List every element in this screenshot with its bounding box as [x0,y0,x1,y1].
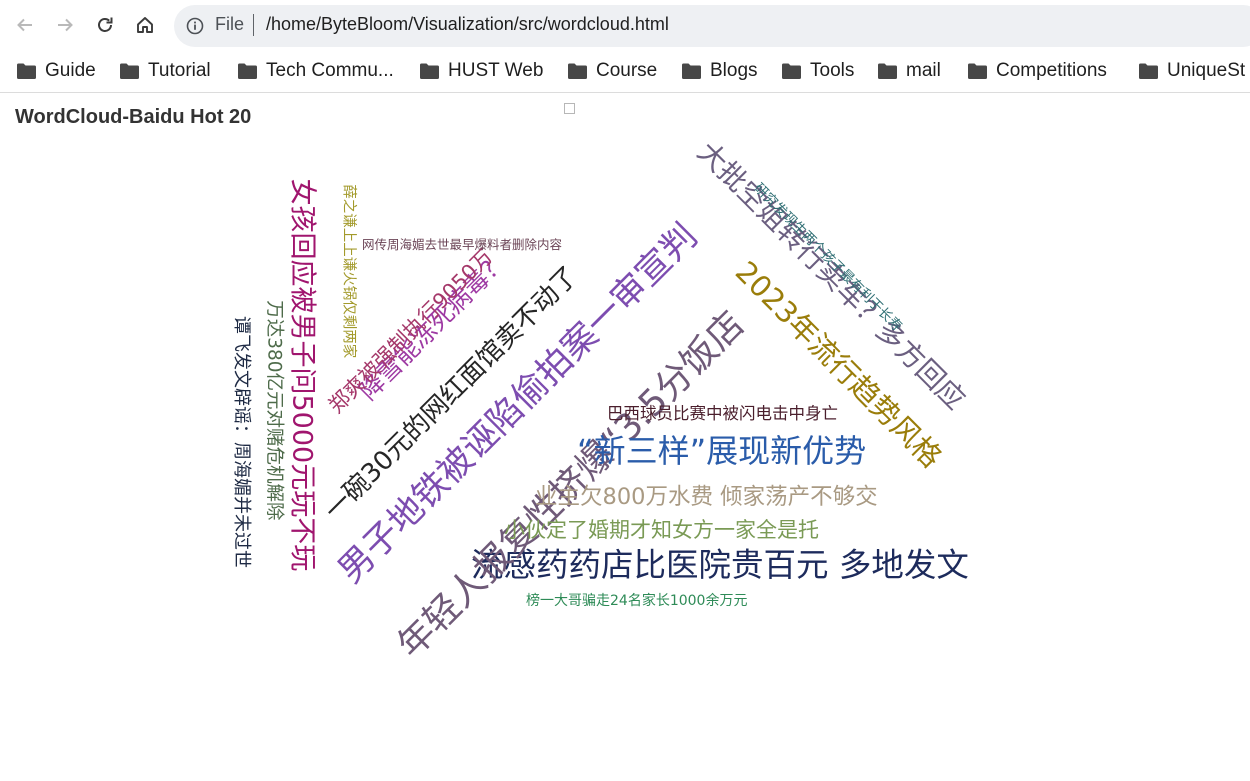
folder-icon [682,63,701,79]
forward-arrow-icon [58,18,73,32]
bookmark-guide[interactable]: Guide [17,58,96,84]
word-cloud-word: 薛之谦上上谦火锅仅剩两家 [340,184,357,359]
word-cloud-word: 谭飞发文辟谣：周海媚并未过世 [231,316,252,568]
bookmark-mail[interactable]: mail [878,58,941,84]
back-arrow-icon [17,18,32,32]
word-cloud-word: 降雪能冻死病毒？ [353,246,513,406]
word-cloud-word: 女孩回应被男子问5000元玩不玩 [286,178,318,572]
bookmark-label: Tutorial [148,60,211,81]
bookmark-hust-web[interactable]: HUST Web [420,58,543,84]
folder-icon [568,63,587,79]
url-text[interactable]: /home/ByteBloom/Visualization/src/wordcl… [266,14,669,35]
home-button[interactable] [130,10,160,40]
folder-icon [782,63,801,79]
reload-icon [98,17,113,32]
word-cloud-word: 万达380亿元对赌危机解除 [263,300,285,521]
home-icon [137,17,153,33]
info-icon[interactable] [186,17,204,35]
word-cloud-word: 小伙定了婚期才知女方一家全是托 [504,518,819,542]
bookmark-label: Course [596,60,658,81]
word-cloud-word: 榜一大哥骗走24名家长1000余万元 [526,593,748,609]
folder-icon [120,63,139,79]
folder-icon [968,63,987,79]
back-button[interactable] [10,10,40,40]
bookmark-tech-commu[interactable]: Tech Commu... [238,58,394,84]
folder-icon [878,63,897,79]
folder-icon [1139,63,1158,79]
word-cloud-word: 流感药药店比医院贵百元 多地发文 [471,546,969,584]
bookmark-label: Blogs [710,60,758,81]
bookmark-label: Competitions [996,60,1107,81]
bookmark-tools[interactable]: Tools [782,58,854,84]
bookmark-label: HUST Web [448,60,544,81]
bookmark-label: Tech Commu... [266,60,394,81]
bookmark-course[interactable]: Course [568,58,657,84]
bookmark-competitions[interactable]: Competitions [968,58,1107,84]
address-separator [253,14,254,36]
word-cloud: 流感药药店比医院贵百元 多地发文 年轻人报复性挤爆“3.5分饭店 男子地铁被诬陷… [0,93,1250,781]
bookmarks-bar: Guide Tutorial Tech Commu... HUST Web Co… [0,50,1250,93]
address-bar[interactable]: File /home/ByteBloom/Visualization/src/w… [174,5,1250,47]
bookmark-label: mail [906,60,941,81]
bookmark-label: UniqueSt [1167,60,1246,81]
word-cloud-word: 业主欠800万水费 倾家荡产不够交 [535,484,878,510]
word-cloud-word: 网传周海媚去世最早爆料者删除内容 [362,237,563,252]
page-content: WordCloud-Baidu Hot 20 流感药药店比医院贵百元 多地发文 … [0,93,1250,781]
bookmark-label: Tools [810,60,855,81]
folder-icon [17,63,36,79]
scheme-label: File [215,14,245,34]
forward-button[interactable] [50,10,80,40]
word-cloud-word: “新三样”展现新优势 [577,432,867,470]
folder-icon [420,63,439,79]
browser-toolbar: File /home/ByteBloom/Visualization/src/w… [0,0,1250,50]
bookmark-blogs[interactable]: Blogs [682,58,758,84]
reload-button[interactable] [90,10,120,40]
folder-icon [238,63,257,79]
bookmark-tutorial[interactable]: Tutorial [120,58,211,84]
bookmark-uniquest[interactable]: UniqueSt [1139,58,1245,84]
word-cloud-word: 巴西球员比赛中被闪电击中身亡 [607,404,838,423]
bookmark-label: Guide [45,60,96,81]
